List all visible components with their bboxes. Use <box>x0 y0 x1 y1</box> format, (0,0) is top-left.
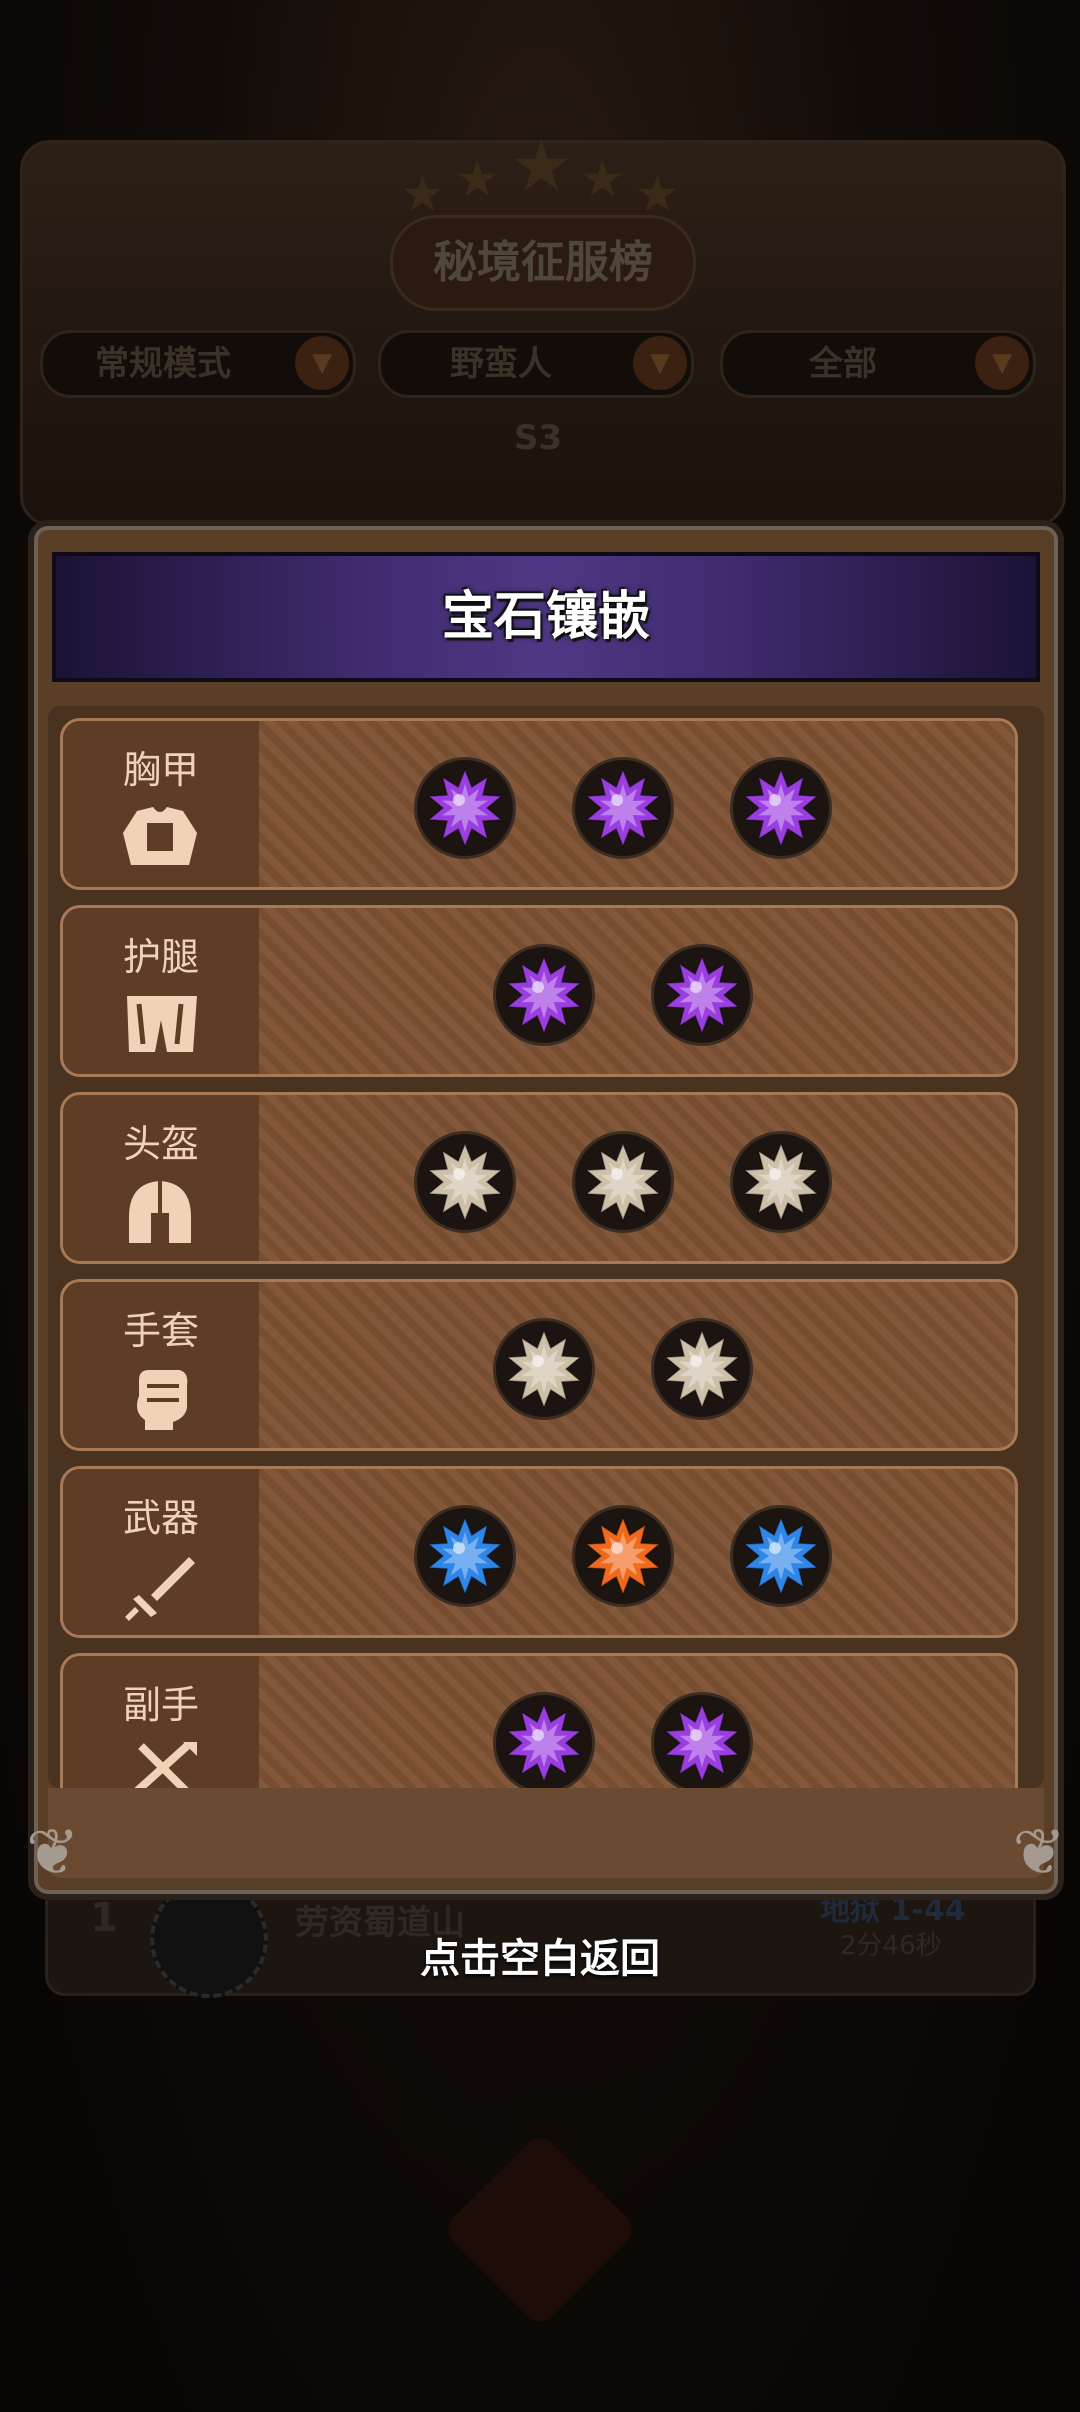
gem-purple[interactable] <box>414 757 516 859</box>
gem-blue[interactable] <box>730 1505 832 1607</box>
gem-white[interactable] <box>572 1131 674 1233</box>
glove-icon <box>117 1364 203 1434</box>
gem-purple[interactable] <box>572 757 674 859</box>
gem-white[interactable] <box>493 1318 595 1420</box>
gem-slots <box>259 1095 1015 1261</box>
gem-purple[interactable] <box>730 757 832 859</box>
modal-footer <box>48 1788 1044 1878</box>
corner-ornament-icon: ❦ <box>26 1816 80 1890</box>
star-icon: ★ <box>455 150 500 208</box>
class-filter-label: 野蛮人 <box>450 344 552 384</box>
modal-title: 宝石镶嵌 <box>441 587 650 647</box>
equipment-row[interactable]: 头盔 <box>60 1092 1018 1264</box>
helmet-icon <box>117 1177 203 1247</box>
slot-label: 武器 <box>122 1496 199 1540</box>
chevron-down-icon: ▼ <box>295 336 349 390</box>
equipment-list[interactable]: 胸甲护腿头盔手套武器副手 <box>48 706 1044 1788</box>
corner-ornament-icon: ❦ <box>1012 1816 1066 1890</box>
mode-filter[interactable]: 常规模式 ▼ <box>40 330 356 398</box>
equipment-row[interactable]: 武器 <box>60 1466 1018 1638</box>
class-filter[interactable]: 野蛮人 ▼ <box>378 330 694 398</box>
scope-filter-label: 全部 <box>809 344 877 384</box>
gem-slots <box>259 1282 1015 1448</box>
equipment-row[interactable]: 胸甲 <box>60 718 1018 890</box>
scope-filter[interactable]: 全部 ▼ <box>720 330 1036 398</box>
tap-to-return-hint[interactable]: 点击空白返回 <box>0 1926 1080 1984</box>
equipment-row[interactable]: 副手 <box>60 1653 1018 1788</box>
slot-label: 胸甲 <box>122 748 199 792</box>
star-icon: ★ <box>580 150 625 208</box>
gem-orange[interactable] <box>572 1505 674 1607</box>
gem-white[interactable] <box>730 1131 832 1233</box>
gem-white[interactable] <box>414 1131 516 1233</box>
season-badge: S3 <box>514 418 563 458</box>
equipment-row[interactable]: 手套 <box>60 1279 1018 1451</box>
gem-purple[interactable] <box>651 1692 753 1788</box>
gem-slots <box>259 908 1015 1074</box>
gem-blue[interactable] <box>414 1505 516 1607</box>
slot-label: 头盔 <box>122 1122 199 1166</box>
equipment-row[interactable]: 护腿 <box>60 905 1018 1077</box>
leaderboard-title: 秘境征服榜 <box>390 215 696 311</box>
slot-label: 手套 <box>122 1309 199 1353</box>
gem-purple[interactable] <box>493 1692 595 1788</box>
gem-slots <box>259 1656 1015 1788</box>
slot-label: 副手 <box>122 1683 199 1727</box>
modal-header: 宝石镶嵌 <box>52 552 1040 682</box>
gem-slots <box>259 1469 1015 1635</box>
chest-armor-icon <box>117 803 203 873</box>
gem-socket-modal: 宝石镶嵌 胸甲护腿头盔手套武器副手 ❦ ❦ <box>26 520 1066 1900</box>
chevron-down-icon: ▼ <box>633 336 687 390</box>
leg-armor-icon <box>117 990 203 1060</box>
star-icon: ★ <box>510 125 573 207</box>
offhand-icon <box>117 1738 203 1788</box>
gem-purple[interactable] <box>651 944 753 1046</box>
gem-purple[interactable] <box>493 944 595 1046</box>
chevron-down-icon: ▼ <box>975 336 1029 390</box>
gem-white[interactable] <box>651 1318 753 1420</box>
mode-filter-label: 常规模式 <box>95 344 231 384</box>
gem-slots <box>259 721 1015 887</box>
weapon-icon <box>117 1551 203 1621</box>
slot-label: 护腿 <box>122 935 199 979</box>
